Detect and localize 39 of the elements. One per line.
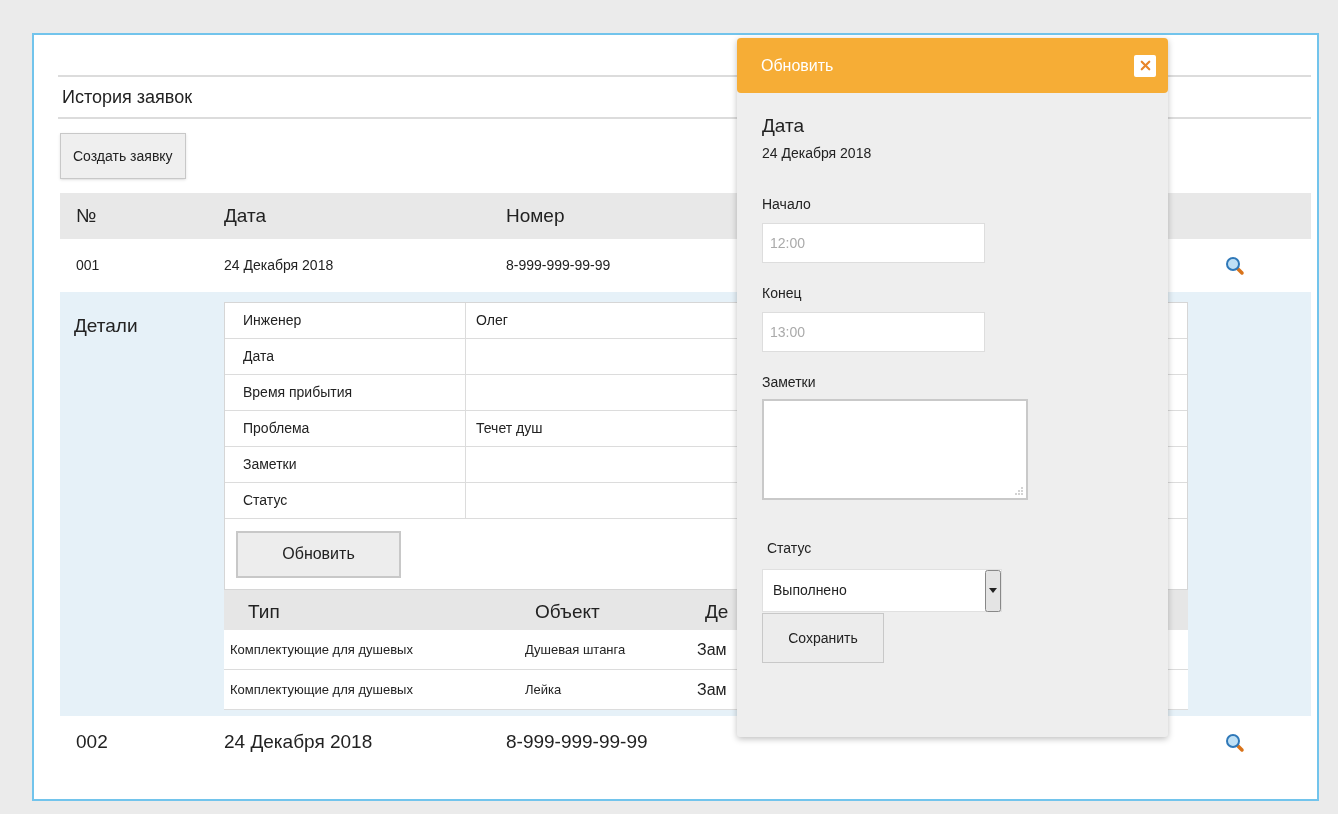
- table-cell-text: Душевая штанга: [525, 640, 626, 659]
- page-title: История заявок: [62, 85, 193, 109]
- date-value: 24 Декабря 2018: [762, 144, 873, 163]
- column-header: Тип: [248, 600, 280, 624]
- date-heading: Дата: [762, 115, 806, 137]
- field-label: Инженер: [225, 303, 466, 338]
- table-cell-text: Комплектующие для душевых: [230, 680, 413, 699]
- update-button[interactable]: Обновить: [236, 530, 401, 578]
- save-button[interactable]: Сохранить: [762, 613, 884, 663]
- field-label: Начало: [762, 195, 812, 214]
- details-label: Детали: [74, 315, 138, 336]
- column-header: Объект: [535, 599, 600, 624]
- field-label: Проблема: [225, 411, 466, 446]
- field-value: Течет душ: [476, 419, 543, 438]
- time-field[interactable]: 13:00: [762, 312, 985, 352]
- dropdown-caret-icon[interactable]: [985, 569, 1001, 612]
- dialog-title: Обновить: [761, 55, 834, 76]
- table-cell-text: Зам: [697, 639, 727, 660]
- search-icon[interactable]: [1224, 255, 1245, 276]
- notes-label: Заметки: [762, 373, 817, 392]
- column-header: Де: [705, 599, 729, 624]
- create-request-button[interactable]: Создать заявку: [60, 133, 186, 179]
- table-cell-text: Лейка: [525, 680, 562, 699]
- table-cell-text: Зам: [697, 679, 727, 700]
- status-select[interactable]: Выполнено: [762, 569, 1002, 612]
- search-icon[interactable]: [1224, 732, 1245, 753]
- field-label: Дата: [225, 339, 466, 374]
- column-header: №: [75, 203, 98, 228]
- status-label: Статус: [766, 539, 813, 558]
- notes-field[interactable]: [762, 399, 1028, 500]
- field-label: Время прибытия: [225, 375, 466, 410]
- column-header: Дата: [223, 203, 268, 228]
- table-cell-text: Комплектующие для душевых: [230, 640, 413, 659]
- field-label: Заметки: [225, 447, 466, 482]
- field-value: Олег: [476, 311, 508, 330]
- close-button[interactable]: [1134, 54, 1156, 77]
- field-label: Статус: [225, 483, 466, 518]
- resize-grip-icon[interactable]: [1014, 486, 1024, 496]
- time-field[interactable]: 12:00: [762, 223, 985, 263]
